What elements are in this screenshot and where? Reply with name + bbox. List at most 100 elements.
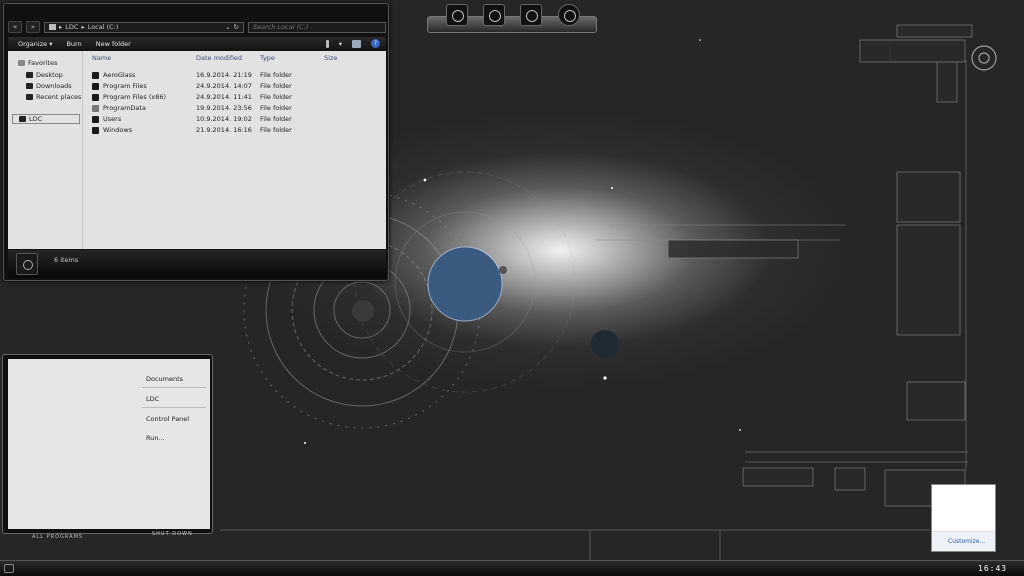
table-row[interactable]: Windows 21.9.2014. 16:16 File folder xyxy=(86,125,386,136)
nav-downloads-label: Downloads xyxy=(36,82,72,90)
start-item-ldc[interactable]: LDC xyxy=(146,395,159,403)
recent-places-icon xyxy=(26,94,33,100)
start-item-run[interactable]: Run... xyxy=(146,434,165,442)
divider xyxy=(142,407,206,408)
item-count: 6 items xyxy=(54,256,79,264)
file-name: Users xyxy=(103,115,122,123)
forward-button[interactable]: » xyxy=(26,21,40,33)
address-bar[interactable]: ▸ LDC ▸ Local (C:) ⌄ ↻ xyxy=(44,21,244,33)
file-date: 10.9.2014. 19:02 xyxy=(196,115,252,123)
folder-icon xyxy=(92,83,99,90)
folder-icon xyxy=(92,72,99,79)
start-item-documents[interactable]: Documents xyxy=(146,375,183,383)
folder-icon xyxy=(92,116,99,123)
column-date-modified[interactable]: Date modified xyxy=(196,54,242,62)
downloads-icon xyxy=(26,83,33,89)
nav-favorites[interactable]: Favorites xyxy=(18,59,57,67)
details-pane: 6 items xyxy=(8,250,386,278)
all-programs-button[interactable]: ALL PROGRAMS xyxy=(32,534,83,540)
file-type: File folder xyxy=(260,126,292,134)
help-icon[interactable]: ? xyxy=(371,39,380,48)
table-row[interactable]: AeroGlass 16.9.2014. 21:19 File folder xyxy=(86,70,386,81)
toolbar-right: ▾ ? xyxy=(325,39,386,48)
orb-icon[interactable] xyxy=(558,4,580,26)
file-name: Windows xyxy=(103,126,133,134)
taskbar-clock[interactable]: 16:43 xyxy=(978,564,1007,573)
file-name: ProgramData xyxy=(103,104,146,112)
breadcrumb-sep-1: ▸ xyxy=(81,23,85,31)
nav-ldc[interactable]: LDC xyxy=(12,114,80,124)
start-item-control-panel[interactable]: Control Panel xyxy=(146,415,189,423)
hud-panels xyxy=(667,24,973,507)
file-date: 16.9.2014. 21:19 xyxy=(196,71,252,79)
breadcrumb-local-c[interactable]: Local (C:) xyxy=(88,23,119,31)
shut-down-button[interactable]: SHUT DOWN xyxy=(152,531,193,537)
file-type: File folder xyxy=(260,71,292,79)
speaker-icon[interactable] xyxy=(483,4,505,26)
new-folder-button[interactable]: New folder xyxy=(96,40,131,48)
breadcrumb-ldc[interactable]: LDC xyxy=(65,23,78,31)
file-type: File folder xyxy=(260,104,292,112)
organize-label: Organize xyxy=(18,39,48,48)
computer-icon[interactable] xyxy=(446,4,468,26)
column-type[interactable]: Type xyxy=(260,54,275,62)
file-list: Name Date modified Type Size AeroGlass 1… xyxy=(86,51,386,249)
start-menu: Documents LDC Control Panel Run... xyxy=(2,354,213,534)
hud-reticle xyxy=(971,45,997,71)
customize-link[interactable]: Customize... xyxy=(948,538,985,545)
file-type: File folder xyxy=(260,93,292,101)
folder-icon xyxy=(92,94,99,101)
divider xyxy=(142,387,206,388)
command-bar: Organize ▾ Burn New folder ▾ ? xyxy=(8,37,386,50)
drive-icon xyxy=(16,253,38,275)
table-row[interactable]: Program Files (x86) 24.9.2014. 11:41 Fil… xyxy=(86,92,386,103)
column-name[interactable]: Name xyxy=(92,54,111,62)
planets xyxy=(352,246,619,358)
nav-favorites-label: Favorites xyxy=(28,59,58,67)
refresh-icon[interactable]: ↻ xyxy=(234,23,239,31)
nav-recent-label: Recent places xyxy=(36,93,82,101)
top-dock xyxy=(427,4,597,33)
nav-ldc-label: LDC xyxy=(29,115,43,123)
start-menu-footer: ALL PROGRAMS SHUT DOWN xyxy=(2,530,213,552)
explorer-window: « » ▸ LDC ▸ Local (C:) ⌄ ↻ Organize ▾ Bu… xyxy=(3,3,389,281)
nav-desktop[interactable]: Desktop xyxy=(26,71,63,79)
nav-recent-places[interactable]: Recent places xyxy=(26,93,81,101)
start-orb-icon[interactable] xyxy=(4,564,14,573)
navigation-pane: Favorites Desktop Downloads Recent place… xyxy=(8,51,83,249)
file-date: 24.9.2014. 14:07 xyxy=(196,82,252,90)
search-input[interactable] xyxy=(248,21,386,33)
popup-footer: Customize... xyxy=(932,531,995,551)
star-icon xyxy=(18,60,25,66)
table-row[interactable]: Users 10.9.2014. 19:02 File folder xyxy=(86,114,386,125)
file-date: 21.9.2014. 16:16 xyxy=(196,126,252,134)
start-links-pane: Documents LDC Control Panel Run... xyxy=(138,359,210,529)
start-programs-pane xyxy=(8,359,138,529)
folder-icon xyxy=(92,105,99,112)
chevron-down-icon[interactable]: ▾ xyxy=(339,40,342,48)
computer-icon xyxy=(49,24,56,30)
organize-button[interactable]: Organize ▾ xyxy=(18,40,52,48)
breadcrumb-sep-0: ▸ xyxy=(59,23,63,31)
organize-caret: ▾ xyxy=(49,39,53,48)
table-row[interactable]: ProgramData 19.9.2014. 23:56 File folder xyxy=(86,103,386,114)
folder-icon xyxy=(92,127,99,134)
burn-button[interactable]: Burn xyxy=(66,40,81,48)
back-button[interactable]: « xyxy=(8,21,22,33)
file-date: 24.9.2014. 11:41 xyxy=(196,93,252,101)
address-row: « » ▸ LDC ▸ Local (C:) ⌄ ↻ xyxy=(8,20,386,34)
chevron-down-icon[interactable]: ⌄ xyxy=(225,23,230,31)
view-options-icon[interactable] xyxy=(325,39,329,48)
computer-icon xyxy=(19,116,26,122)
file-date: 19.9.2014. 23:56 xyxy=(196,104,252,112)
desktop-icon xyxy=(26,72,33,78)
file-name: Program Files xyxy=(103,82,147,90)
speaker-icon-2[interactable] xyxy=(520,4,542,26)
file-type: File folder xyxy=(260,82,292,90)
table-row[interactable]: Program Files 24.9.2014. 14:07 File fold… xyxy=(86,81,386,92)
notification-overflow-popup: Customize... xyxy=(931,484,996,552)
preview-pane-icon[interactable] xyxy=(352,39,361,48)
file-name: Program Files (x86) xyxy=(103,93,167,101)
column-size[interactable]: Size xyxy=(324,54,337,62)
nav-downloads[interactable]: Downloads xyxy=(26,82,72,90)
